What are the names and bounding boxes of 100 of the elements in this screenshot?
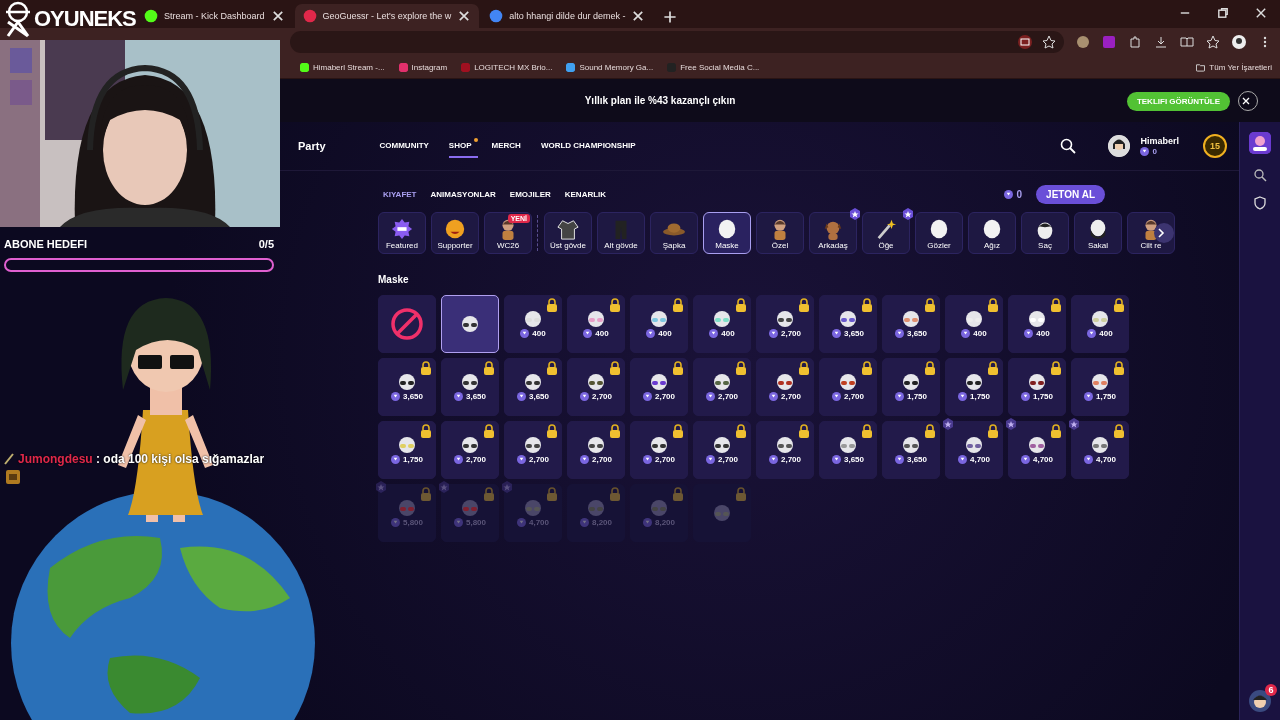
download-icon[interactable] <box>1154 35 1168 49</box>
item-price: 2,700 <box>781 391 801 401</box>
puzzle-icon[interactable] <box>1128 35 1142 49</box>
bookmark-link[interactable]: LOGITECH MX Brio... <box>474 62 553 72</box>
shop-item[interactable]: 1,750 <box>945 358 1003 416</box>
restore-icon[interactable] <box>1216 6 1230 20</box>
shop-item[interactable]: 2,700 <box>756 358 814 416</box>
shop-item[interactable]: 2,700 <box>441 421 499 479</box>
coin-icon <box>517 391 526 401</box>
item-price: 2,700 <box>844 391 864 401</box>
book-icon[interactable] <box>1180 35 1194 49</box>
search-icon[interactable] <box>1060 138 1077 154</box>
category-tab[interactable]: Featured <box>378 212 426 254</box>
shop-item[interactable]: 1,750 <box>882 358 940 416</box>
bookmark-link[interactable]: Himaberl Stream -... <box>313 62 385 72</box>
shop-item[interactable] <box>378 295 436 353</box>
close-icon[interactable] <box>270 9 285 23</box>
category-tab[interactable]: Saç <box>1021 212 1069 254</box>
party-menu[interactable]: Party <box>298 140 326 152</box>
shop-item[interactable]: 3,650 <box>378 358 436 416</box>
category-tab[interactable]: Ağız <box>968 212 1016 254</box>
item-price: 400 <box>595 328 609 338</box>
bookmark-icon <box>300 62 309 72</box>
shop-item[interactable]: 2,700 <box>693 421 751 479</box>
extension-icon[interactable] <box>1076 35 1090 49</box>
shop-item[interactable]: 3,650 <box>882 421 940 479</box>
bookmark-link[interactable]: Sound Memory Ga... <box>579 62 654 72</box>
buy-coins-button[interactable]: JETON AL <box>1036 185 1105 204</box>
coin-icon <box>580 454 589 464</box>
nav-link[interactable]: COMMUNITY <box>379 134 435 158</box>
close-icon[interactable] <box>631 9 646 23</box>
shop-item[interactable]: 400 <box>1071 295 1129 353</box>
category-tab[interactable]: Supporter <box>431 212 479 254</box>
profile-icon[interactable] <box>1232 35 1246 49</box>
category-tab[interactable]: Gözler <box>915 212 963 254</box>
nav-link[interactable]: MERCH <box>491 134 527 158</box>
shop-item[interactable]: 400 <box>567 295 625 353</box>
shop-item[interactable]: 400 <box>1008 295 1066 353</box>
shop-item[interactable]: 2,700 <box>567 421 625 479</box>
category-tab[interactable]: Alt gövde <box>597 212 645 254</box>
nav-link[interactable]: WORLD CHAMPIONSHIP <box>540 134 642 158</box>
close-icon[interactable] <box>457 9 472 23</box>
category-tab[interactable]: Özel <box>756 212 804 254</box>
shop-tab[interactable]: ANIMASYONLAR <box>430 190 496 199</box>
new-tab-icon[interactable] <box>663 10 678 24</box>
bookmarks-folder[interactable]: Tüm Yer İşaretleri <box>1209 62 1272 72</box>
shop-item[interactable]: 4,700 <box>1008 421 1066 479</box>
category-tab[interactable]: Üst gövde <box>544 212 592 254</box>
shop-tab[interactable]: KIYAFET <box>383 190 417 199</box>
category-tab[interactable]: Sakal <box>1074 212 1122 254</box>
item-price: 400 <box>658 328 672 338</box>
close-icon[interactable] <box>1254 6 1268 20</box>
avatar-icon[interactable] <box>1108 135 1131 157</box>
category-tab[interactable]: Maske <box>703 212 751 254</box>
browser-tab[interactable]: alto hhangi dilde dur demek - <box>481 4 654 28</box>
shop-item[interactable]: 400 <box>504 295 562 353</box>
shop-tab[interactable]: EMOJILER <box>509 190 551 199</box>
coin-icon <box>517 454 526 464</box>
shop-item[interactable]: 2,700 <box>756 421 814 479</box>
avatar-icon[interactable] <box>1249 690 1271 712</box>
shop-item[interactable]: 1,750 <box>1008 358 1066 416</box>
shop-item[interactable]: 2,700 <box>567 358 625 416</box>
browser-tab[interactable]: GeoGuessr - Let's explore the w <box>294 4 480 28</box>
category-tab[interactable]: Şapka <box>650 212 698 254</box>
folder-icon <box>1196 62 1206 72</box>
shop-item[interactable] <box>441 295 499 353</box>
shield-icon[interactable] <box>1253 196 1267 210</box>
shop-item[interactable]: 4,700 <box>1071 421 1129 479</box>
shop-item[interactable]: 2,700 <box>630 421 688 479</box>
shop-item[interactable]: 2,700 <box>630 358 688 416</box>
shop-item[interactable]: 3,650 <box>441 358 499 416</box>
coin-icon <box>709 328 719 338</box>
shop-item[interactable]: 400 <box>945 295 1003 353</box>
star-list-icon[interactable] <box>1206 35 1220 49</box>
nav-link[interactable]: SHOP <box>448 134 478 158</box>
app-tile-icon[interactable] <box>1249 132 1271 154</box>
coin-icon <box>454 391 463 401</box>
coin-icon <box>391 517 400 527</box>
bookmark-link[interactable]: Instagram <box>411 62 448 72</box>
shop-item[interactable]: 3,650 <box>819 421 877 479</box>
username[interactable]: Himaberl <box>1140 136 1179 146</box>
search-icon[interactable] <box>1253 168 1267 182</box>
shop-item[interactable]: 1,750 <box>378 421 436 479</box>
shop-item[interactable]: 2,700 <box>819 358 877 416</box>
shop-item[interactable]: 2,700 <box>693 358 751 416</box>
shop-item[interactable]: 400 <box>630 295 688 353</box>
shop-item[interactable]: 3,650 <box>819 295 877 353</box>
shop-item[interactable]: 3,650 <box>504 358 562 416</box>
coin-icon <box>832 454 841 464</box>
bookmark-link[interactable]: Free Social Media C... <box>680 62 760 72</box>
shop-item[interactable]: 400 <box>693 295 751 353</box>
star-icon[interactable] <box>1042 35 1056 49</box>
shop-item[interactable]: 2,700 <box>504 421 562 479</box>
shop-item[interactable]: 4,700 <box>945 421 1003 479</box>
coin-icon <box>454 454 463 464</box>
shop-item[interactable]: 3,650 <box>882 295 940 353</box>
shop-item[interactable]: 2,700 <box>756 295 814 353</box>
shop-tab[interactable]: KENARLIK <box>564 190 607 199</box>
shop-item[interactable]: 1,750 <box>1071 358 1129 416</box>
browser-tab[interactable]: Stream - Kick Dashboard <box>136 4 293 28</box>
